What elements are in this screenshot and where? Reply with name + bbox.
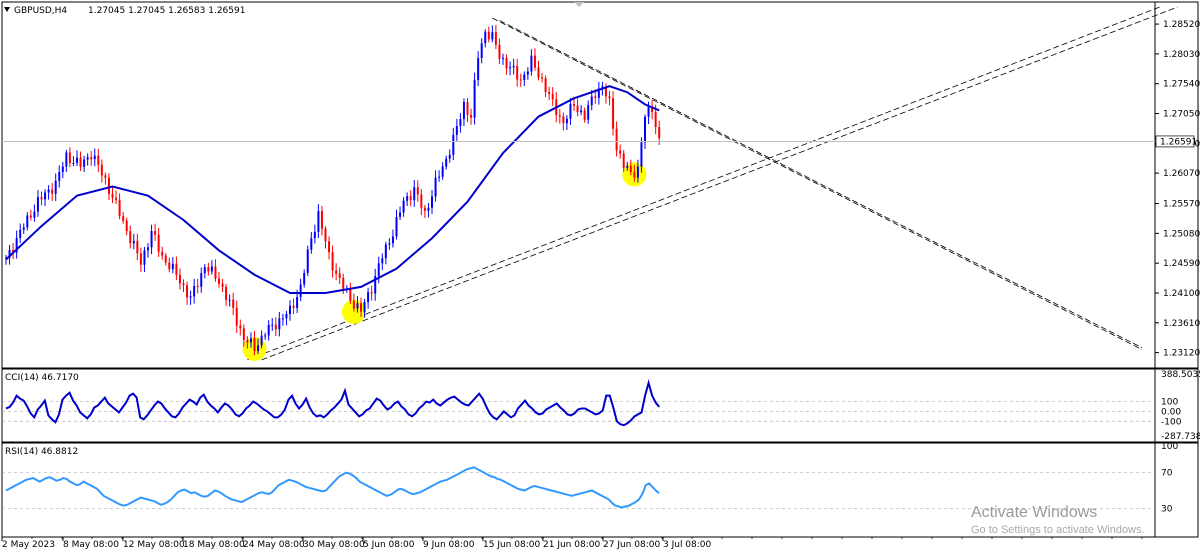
- price-tick-label: 1.23610: [1163, 319, 1200, 329]
- cci-level-label: 100: [1161, 398, 1178, 408]
- time-tick-label: 3 Jul 08:00: [663, 540, 712, 550]
- price-tick-label: 1.24100: [1163, 289, 1200, 299]
- candle: [473, 72, 476, 125]
- time-tick-label: 9 Jun 08:00: [423, 540, 475, 550]
- time-axis: 2 May 2023 8 May 08:00 12 May 08:0018 May …: [1, 537, 1143, 550]
- time-tick-label: 15 Jun 08:00: [483, 540, 540, 550]
- cci-pane-frame: [1, 368, 1199, 443]
- cci-level-label: -100: [1161, 417, 1182, 427]
- rsi-level-label: 30: [1161, 504, 1173, 514]
- time-tick-label: 21 Jun 08:00: [543, 540, 600, 550]
- price-tick-label: 1.27050: [1163, 110, 1200, 120]
- time-tick-label: 24 May 08:00: [243, 540, 305, 550]
- price-tick-label: 1.26070: [1163, 169, 1200, 179]
- chart-canvas: GBPUSD,H4 1.27045 1.27045 1.26583 1.2659…: [1, 1, 1200, 550]
- time-tick-label: 5 Jun 08:00: [363, 540, 415, 550]
- cci-level-label: 0.00: [1161, 407, 1181, 417]
- price-tick-label: 1.25570: [1163, 200, 1200, 210]
- time-tick-label: 30 May 08:00: [303, 540, 365, 550]
- cci-pane: CCI(14) 46.7170 388.5035 -287.7388 1000.…: [1, 368, 1200, 443]
- rsi-title: RSI(14) 46.8812: [5, 447, 78, 457]
- time-tick-label: 12 May 08:00: [123, 540, 185, 550]
- price-tick-label: 1.24590: [1163, 259, 1200, 269]
- time-tick-label: 27 Jun 08:00: [603, 540, 660, 550]
- candle: [306, 245, 309, 276]
- current-price-label: 1.26591: [1160, 137, 1197, 147]
- cci-max-label: 388.5035: [1161, 370, 1200, 380]
- activate-windows-subtitle: Go to Settings to activate Windows.: [971, 524, 1145, 536]
- activate-windows-title: Activate Windows: [971, 504, 1097, 521]
- price-tick-label: 1.28520: [1163, 20, 1200, 30]
- rsi-level-label: 70: [1161, 469, 1173, 479]
- price-tick-label: 1.27540: [1163, 80, 1200, 90]
- price-pane: GBPUSD,H4 1.27045 1.27045 1.26583 1.2659…: [1, 1, 1200, 369]
- rsi-level-label: 100: [1161, 442, 1178, 452]
- time-tick-label: 8 May 08:00: [63, 540, 119, 550]
- time-tick-label: 2 May 2023: [2, 540, 55, 550]
- cci-title: CCI(14) 46.7170: [5, 373, 79, 383]
- price-tick-label: 1.25080: [1163, 229, 1200, 239]
- ohlc-readout: 1.27045 1.27045 1.26583 1.26591: [88, 6, 245, 16]
- time-tick-label: 18 May 08:00: [183, 540, 245, 550]
- price-tick-label: 1.23120: [1163, 349, 1200, 359]
- price-pane-frame: [1, 1, 1199, 369]
- price-tick-label: 1.28030: [1163, 50, 1200, 60]
- rsi-pane: RSI(14) 46.8812 100 70 30: [1, 442, 1199, 538]
- symbol-title: GBPUSD,H4: [14, 6, 67, 16]
- cci-min-label: -287.7388: [1161, 432, 1200, 442]
